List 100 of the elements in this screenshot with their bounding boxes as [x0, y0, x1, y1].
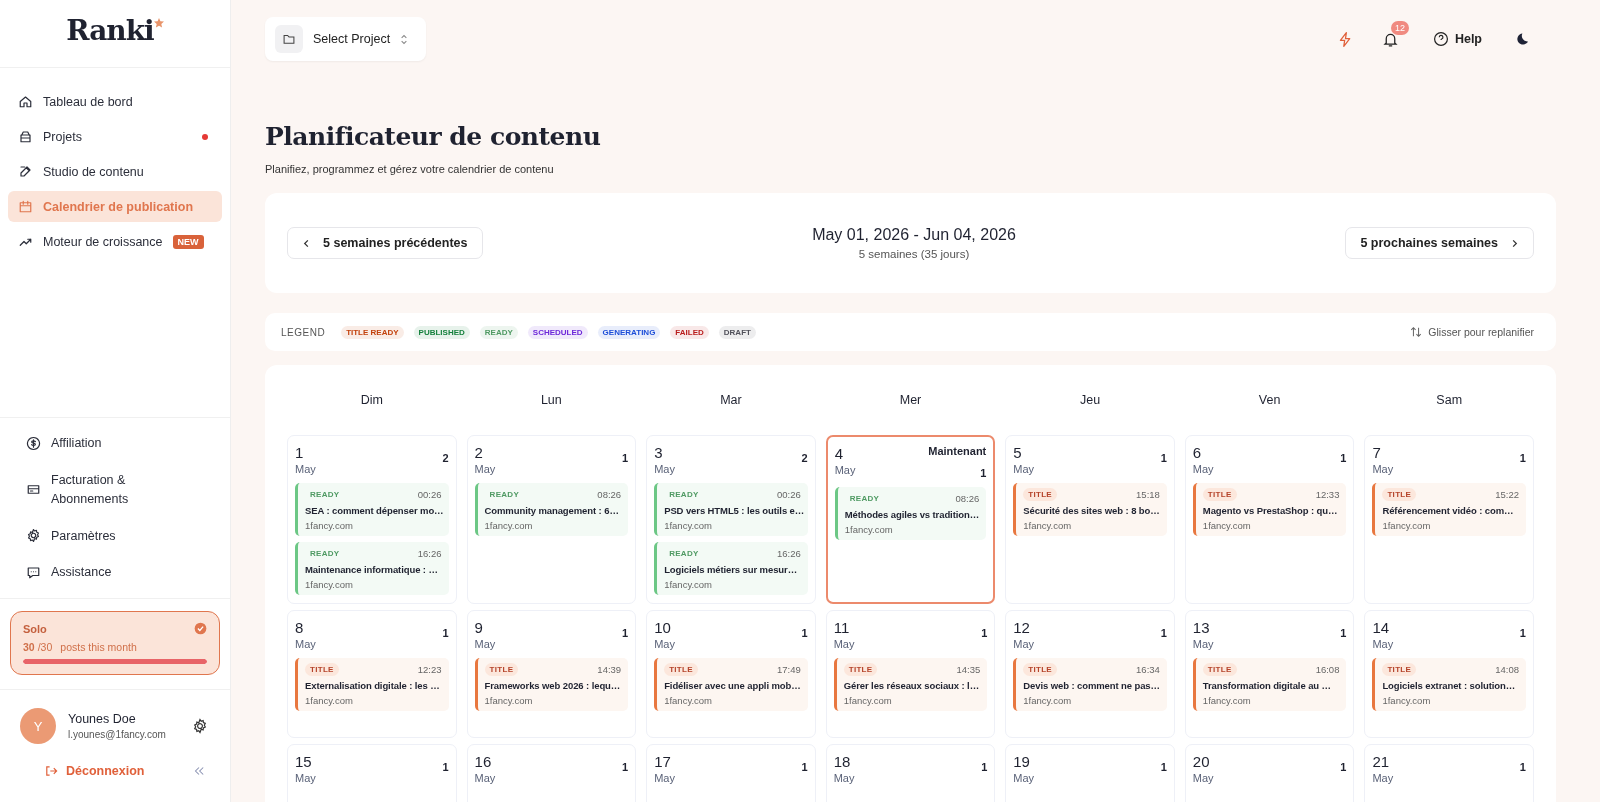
post-card[interactable]: TITLE 15:18 Sécurité des sites web : 8 bo… 1fancy.com — [1013, 483, 1167, 536]
post-title: Gérer les réseaux sociaux : l… — [843, 680, 981, 691]
day-cell[interactable]: 10 May 1 TITLE 17:49 Fidéliser avec une appli mob… 1fancy.com — [646, 610, 816, 738]
post-title: Maintenance informatique : … — [305, 564, 439, 575]
post-count: 1 — [442, 627, 449, 639]
post-count: 2 — [442, 452, 449, 464]
status-tag: DRAFT — [718, 325, 756, 339]
nav-item[interactable]: Moteur de croissance NEW — [8, 226, 222, 257]
status-tag: READY — [664, 488, 704, 501]
post-card[interactable]: TITLE 17:49 Fidéliser avec une appli mob… 1fancy.com — [654, 658, 808, 711]
drag-hint: Glisser pour replanifier — [1428, 326, 1534, 338]
day-cell[interactable]: 9 May 1 TITLE 14:39 Frameworks web 2026 : lequ… 1fancy.com — [466, 610, 637, 738]
day-cell[interactable]: 20 May 1 — [1184, 744, 1355, 802]
day-cell[interactable]: 1 May 2 READY 00:26 SEA : comment dépenser mo… 1fancy.com READY 16:26 Maintenance informatique : … 1fancy.com — [287, 435, 457, 604]
user-email: l.younes@1fancy.com — [68, 729, 167, 740]
post-card[interactable]: TITLE 16:34 Devis web : comment ne pas… 1fancy.com — [1013, 658, 1167, 711]
post-site: 1fancy.com — [1202, 520, 1252, 531]
notification-count: 12 — [1390, 20, 1409, 35]
post-title: SEA : comment dépenser mo… — [305, 505, 442, 516]
day-cell[interactable]: 13 May 1 TITLE 16:08 Transformation digitale au … 1fancy.com — [1184, 610, 1355, 738]
day-cell[interactable]: 21 May 1 — [1364, 744, 1534, 802]
post-card[interactable]: TITLE 12:33 Magento vs PrestaShop : qu… 1fancy.com — [1192, 483, 1347, 536]
day-cell[interactable]: 12 May 1 TITLE 16:34 Devis web : comment ne pas… 1fancy.com — [1005, 610, 1175, 738]
day-number: 10 — [654, 619, 672, 636]
settings-icon[interactable] — [192, 718, 208, 734]
nav-item[interactable]: Tableau de bord — [8, 86, 222, 117]
nav-item[interactable]: Affiliation — [16, 426, 214, 461]
post-count: 1 — [1340, 627, 1347, 639]
help-button[interactable]: Help — [1426, 30, 1488, 48]
swap-vertical-icon — [1410, 326, 1423, 338]
project-select[interactable]: Select Project — [265, 17, 427, 61]
post-time: 16:26 — [417, 548, 442, 559]
post-card[interactable]: TITLE 16:08 Transformation digitale au … 1fancy.com — [1192, 658, 1347, 711]
post-site: 1fancy.com — [664, 520, 713, 531]
month-label: May — [295, 638, 316, 650]
day-cell[interactable]: 3 May 2 READY 00:26 PSD vers HTML5 : les outils e… 1fancy.com READY 16:26 Logiciels métiers sur mesur… 1fancy.com — [646, 435, 816, 604]
status-tag: TITLE — [484, 663, 519, 676]
day-cell[interactable]: 17 May 1 — [646, 744, 816, 802]
post-card[interactable]: TITLE 12:23 Externalisation digitale : les … 1fancy.com — [295, 658, 449, 711]
check-badge-icon — [194, 622, 207, 635]
post-card[interactable]: READY 08:26 Méthodes agiles vs tradition… 1fancy.com — [834, 487, 987, 540]
post-site: 1fancy.com — [1023, 520, 1073, 531]
post-card[interactable]: READY 08:26 Community management : 6… 1fancy.com — [474, 483, 629, 536]
day-cell[interactable]: 15 May 1 — [287, 744, 457, 802]
nav-item[interactable]: Paramètres — [16, 518, 214, 554]
plan-used: 30 — [23, 641, 35, 653]
post-card[interactable]: TITLE 14:08 Logiciels extranet : solution… 1fancy.com — [1372, 658, 1526, 711]
day-cell[interactable]: 5 May 1 TITLE 15:18 Sécurité des sites web : 8 bo… 1fancy.com — [1005, 435, 1175, 604]
post-count: 1 — [1519, 452, 1526, 464]
logout-button[interactable]: Déconnexion — [40, 760, 149, 782]
day-number: 3 — [654, 444, 664, 461]
post-card[interactable]: TITLE 14:35 Gérer les réseaux sociaux : l… 1fancy.com — [833, 658, 988, 711]
nav-item[interactable]: Facturation & Abonnements — [16, 463, 214, 517]
next-weeks-button[interactable]: 5 prochaines semaines — [1345, 227, 1534, 259]
day-cell[interactable]: 4 May Maintenant 1 READY 08:26 Méthodes agiles vs tradition… 1fancy.com — [825, 435, 996, 604]
day-cell[interactable]: 8 May 1 TITLE 12:23 Externalisation digitale : les … 1fancy.com — [287, 610, 457, 738]
day-cell[interactable]: 19 May 1 — [1005, 744, 1175, 802]
month-label: May — [474, 772, 496, 784]
status-tag: READY — [664, 547, 704, 560]
day-number: 19 — [1013, 753, 1031, 770]
day-number: 4 — [834, 445, 845, 462]
gear-icon — [26, 528, 41, 544]
nav-item[interactable]: Studio de contenu — [8, 156, 222, 187]
day-cell[interactable]: 7 May 1 TITLE 15:22 Référencement vidéo : com… 1fancy.com — [1364, 435, 1534, 604]
post-card[interactable]: READY 16:26 Logiciels métiers sur mesur… 1fancy.com — [654, 542, 808, 595]
post-card[interactable]: READY 16:26 Maintenance informatique : … 1fancy.com — [295, 542, 449, 595]
day-number: 15 — [295, 753, 313, 770]
date-range: May 01, 2026 - Jun 04, 2026 — [812, 226, 1016, 244]
day-cell[interactable]: 11 May 1 TITLE 14:35 Gérer les réseaux sociaux : l… 1fancy.com — [825, 610, 996, 738]
post-card[interactable]: TITLE 15:22 Référencement vidéo : com… 1fancy.com — [1372, 483, 1526, 536]
previous-weeks-button[interactable]: 5 semaines précédentes — [287, 227, 483, 259]
post-title: Fidéliser avec une appli mob… — [664, 680, 801, 691]
post-title: Logiciels extranet : solution… — [1382, 680, 1517, 691]
day-cell[interactable]: 14 May 1 TITLE 14:08 Logiciels extranet : solution… 1fancy.com — [1364, 610, 1534, 738]
day-cell[interactable]: 16 May 1 — [466, 744, 637, 802]
status-tag: TITLE — [1202, 663, 1237, 676]
status-tag: TITLE — [1023, 663, 1057, 676]
logo: Ranki — [66, 14, 154, 47]
post-card[interactable]: READY 00:26 SEA : comment dépenser mo… 1fancy.com — [295, 483, 449, 536]
day-number: 12 — [1013, 619, 1031, 636]
post-card[interactable]: READY 00:26 PSD vers HTML5 : les outils e… 1fancy.com — [654, 483, 808, 536]
post-count: 1 — [1340, 452, 1347, 464]
month-label: May — [1192, 772, 1214, 784]
day-cell[interactable]: 18 May 1 — [825, 744, 996, 802]
range-length: 5 semaines (35 jours) — [858, 248, 970, 260]
chevron-right-icon — [1510, 238, 1519, 248]
day-cell[interactable]: 2 May 1 READY 08:26 Community management : 6… 1fancy.com — [466, 435, 637, 604]
weekday-header: Ven — [1257, 392, 1282, 409]
post-site: 1fancy.com — [843, 695, 893, 706]
nav-item[interactable]: Assistance — [16, 555, 214, 590]
nav-item[interactable]: Projets — [8, 121, 222, 152]
day-number: 8 — [295, 619, 305, 636]
day-cell[interactable]: 6 May 1 TITLE 12:33 Magento vs PrestaShop : qu… 1fancy.com — [1184, 435, 1355, 604]
month-label: May — [1013, 772, 1035, 784]
post-time: 15:22 — [1495, 489, 1519, 500]
day-number: 20 — [1192, 753, 1211, 770]
weekday-header: Jeu — [1079, 392, 1102, 409]
status-tag: READY — [484, 488, 525, 501]
post-card[interactable]: TITLE 14:39 Frameworks web 2026 : lequ… 1fancy.com — [474, 658, 629, 711]
status-tag: FAILED — [670, 325, 709, 339]
